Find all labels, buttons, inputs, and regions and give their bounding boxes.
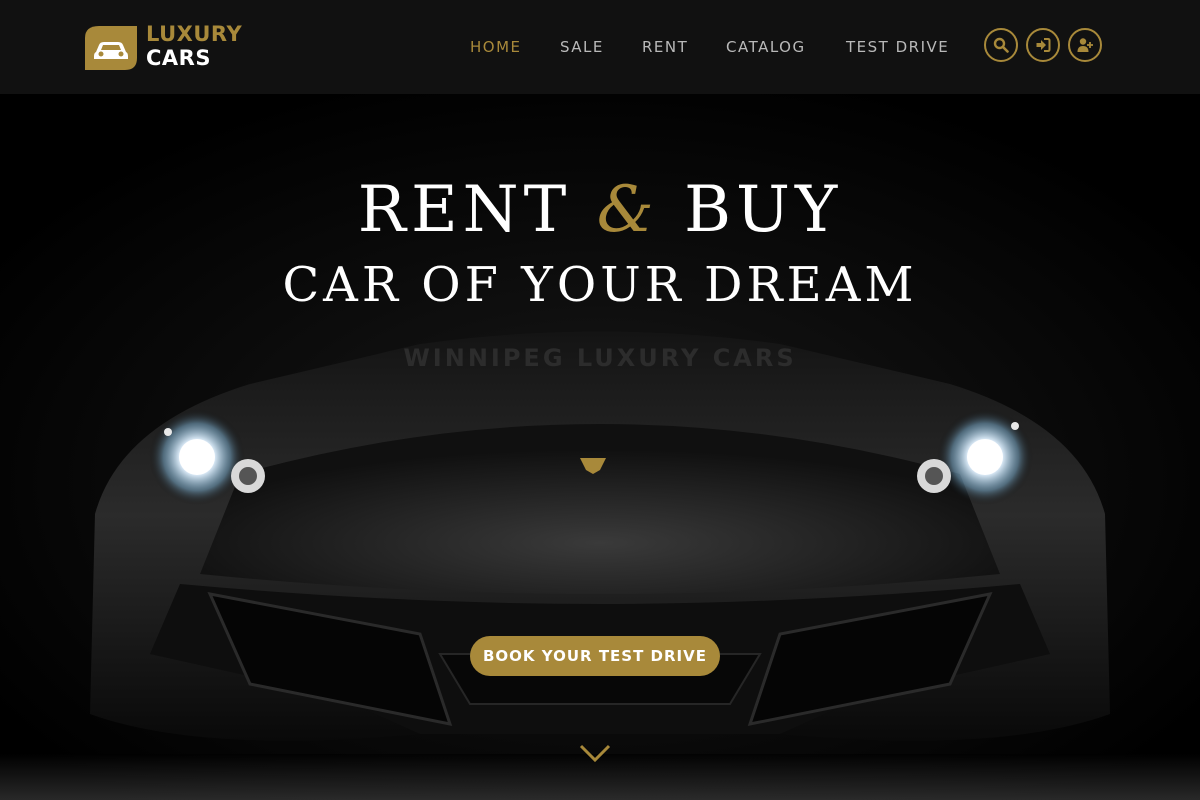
login-button[interactable] xyxy=(1026,28,1060,62)
user-plus-icon xyxy=(1077,38,1093,52)
brand-name: LUXURY CARS xyxy=(146,22,242,70)
nav-item-rent[interactable]: RENT xyxy=(642,38,688,56)
search-icon xyxy=(993,37,1009,53)
car-logo-icon xyxy=(85,26,137,70)
search-button[interactable] xyxy=(984,28,1018,62)
site-header: LUXURY CARS HOME SALE RENT CATALOG TEST … xyxy=(0,0,1200,94)
brand-line-1: LUXURY xyxy=(146,22,243,46)
hero-title-buy: BUY xyxy=(684,173,843,247)
book-test-drive-button[interactable]: BOOK YOUR TEST DRIVE xyxy=(470,636,720,676)
hero-subtitle: CAR OF YOUR DREAM xyxy=(282,257,918,313)
brand-line-2: CARS xyxy=(146,46,211,70)
nav-item-sale[interactable]: SALE xyxy=(560,38,604,56)
hero-section: RENT & BUY CAR OF YOUR DREAM WINNIPEG LU… xyxy=(0,94,1200,800)
hero-tagline: WINNIPEG LUXURY CARS xyxy=(403,344,797,372)
chevron-down-icon[interactable] xyxy=(577,740,613,766)
nav-item-home[interactable]: HOME xyxy=(470,38,522,56)
brand-logo[interactable]: LUXURY CARS xyxy=(85,22,265,72)
hero-title-ampersand: & xyxy=(596,173,659,247)
register-button[interactable] xyxy=(1068,28,1102,62)
nav-item-catalog[interactable]: CATALOG xyxy=(726,38,806,56)
hero-title: RENT & BUY xyxy=(0,174,1200,246)
nav-item-test-drive[interactable]: TEST DRIVE xyxy=(846,38,949,56)
sign-in-icon xyxy=(1036,38,1051,52)
hero-title-rent: RENT xyxy=(357,173,572,247)
